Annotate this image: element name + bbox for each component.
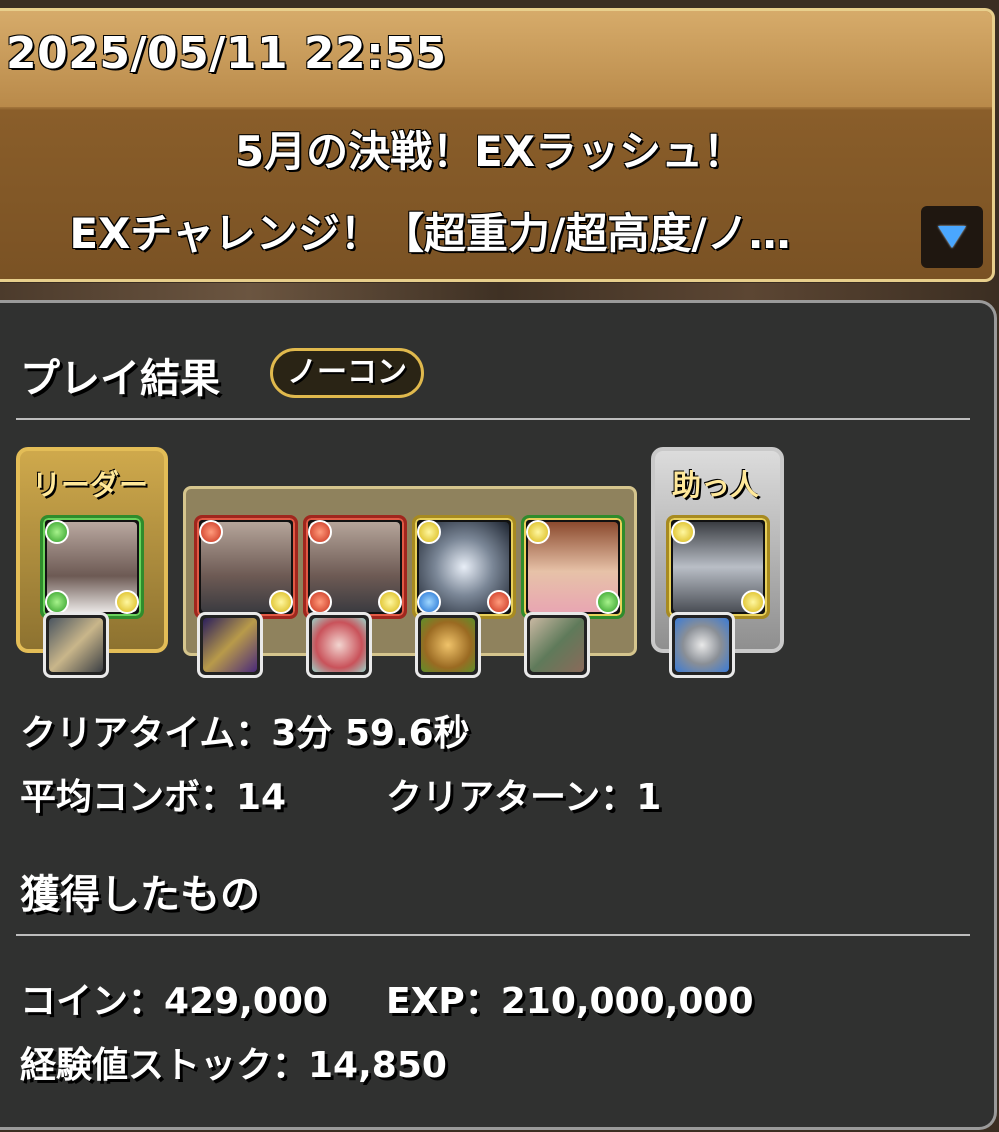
- helper-label: 助っ人: [672, 468, 760, 502]
- expand-title-button[interactable]: [921, 206, 983, 268]
- sub-monster-2-icon[interactable]: [303, 515, 407, 619]
- quest-title-line1: 5月の決戦！EXラッシュ！: [234, 127, 746, 176]
- exp-reward: EXP：210,000,000: [386, 981, 754, 1022]
- leader-monster-icon[interactable]: [40, 515, 144, 619]
- result-heading: プレイ結果: [20, 356, 220, 402]
- caret-down-icon: [938, 226, 966, 248]
- rewards-heading: 獲得したもの: [20, 872, 260, 918]
- sub-monster-3-icon[interactable]: [412, 515, 516, 619]
- coin-reward: コイン：429,000: [20, 981, 328, 1022]
- sub-monster-1-icon[interactable]: [194, 515, 298, 619]
- play-datetime: 2025/05/11 22:55: [6, 28, 447, 79]
- clear-turn: クリアターン：1: [386, 777, 662, 818]
- no-continue-badge: ノーコン: [270, 348, 424, 398]
- clear-time: クリアタイム：3分 59.6秒: [20, 713, 470, 754]
- average-combo: 平均コンボ：14: [20, 777, 287, 818]
- exp-stock: 経験値ストック：14,850: [20, 1045, 447, 1086]
- sub-assist-4-icon[interactable]: [524, 612, 590, 678]
- sub-assist-3-icon[interactable]: [415, 612, 481, 678]
- helper-assist-icon[interactable]: [669, 612, 735, 678]
- sub-monster-4-icon[interactable]: [521, 515, 625, 619]
- divider: [16, 418, 970, 420]
- quest-title-line2: EXチャレンジ！【超重力/超高度/ノ…: [69, 209, 791, 258]
- leader-label: リーダー: [32, 468, 149, 502]
- divider: [16, 934, 970, 936]
- helper-monster-icon[interactable]: [666, 515, 770, 619]
- leader-assist-icon[interactable]: [43, 612, 109, 678]
- sub-assist-2-icon[interactable]: [306, 612, 372, 678]
- sub-assist-1-icon[interactable]: [197, 612, 263, 678]
